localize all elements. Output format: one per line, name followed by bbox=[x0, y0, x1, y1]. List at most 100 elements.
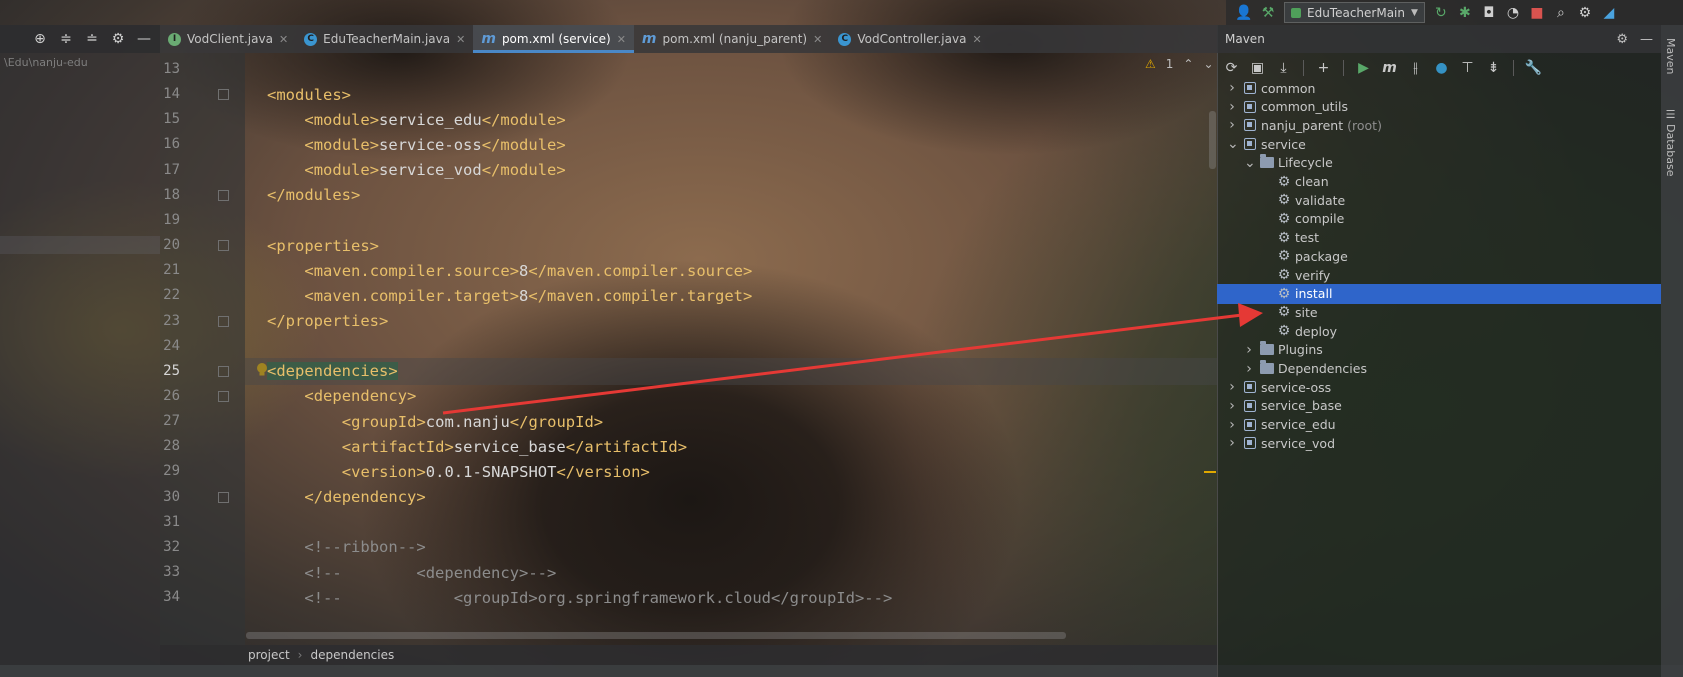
code-editor[interactable]: <modules> <module>service_edu</module> <mo… bbox=[245, 53, 1217, 645]
tab-vodcontroller-java[interactable]: C VodController.java ✕ bbox=[830, 25, 989, 53]
tab-pom-xml-nanju-parent[interactable]: m pom.xml (nanju_parent) ✕ bbox=[634, 25, 830, 53]
maven-tree-item-service-base[interactable]: › service_base bbox=[1217, 396, 1661, 416]
maven-tree-item-verify[interactable]: ⚙ verify bbox=[1217, 265, 1661, 285]
next-highlight-icon[interactable]: ⌄ bbox=[1203, 57, 1213, 71]
code-line[interactable] bbox=[245, 207, 1217, 234]
breadcrumb-item-project[interactable]: project bbox=[248, 648, 290, 662]
warning-stripe-marker[interactable] bbox=[1204, 471, 1216, 473]
fold-marker-icon[interactable] bbox=[218, 491, 229, 503]
maven-tree-item-plugins[interactable]: › Plugins bbox=[1217, 340, 1661, 360]
hammer-icon[interactable]: ⚒ bbox=[1260, 5, 1276, 21]
chevron-right-icon[interactable]: › bbox=[1227, 398, 1237, 414]
gear-icon[interactable]: ⚙ bbox=[110, 31, 126, 47]
close-icon[interactable]: ✕ bbox=[617, 33, 626, 46]
run-config-selector[interactable]: EduTeacherMain ▼ bbox=[1284, 2, 1425, 23]
gear-icon[interactable]: ⚙ bbox=[1616, 32, 1628, 47]
inspection-widget[interactable]: ⚠ 1 ⌃ ⌄ bbox=[1145, 57, 1214, 71]
code-line[interactable]: <modules> bbox=[245, 81, 1217, 108]
skip-tests-icon[interactable]: ⫲ bbox=[1407, 60, 1424, 77]
maven-tree-item-deploy[interactable]: ⚙ deploy bbox=[1217, 321, 1661, 341]
code-line[interactable]: <!--ribbon--> bbox=[245, 534, 1217, 561]
expand-all-icon[interactable]: ≑ bbox=[58, 31, 74, 47]
plus-icon[interactable]: + bbox=[1315, 60, 1332, 77]
settings-icon[interactable]: ⚙ bbox=[1577, 5, 1593, 21]
user-icon[interactable]: 👤 bbox=[1235, 5, 1252, 21]
tab-vodclient-java[interactable]: I VodClient.java ✕ bbox=[160, 25, 296, 53]
code-line[interactable]: </properties> bbox=[245, 308, 1217, 335]
coverage-icon[interactable]: ◘ bbox=[1481, 5, 1497, 21]
code-line[interactable]: </modules> bbox=[245, 182, 1217, 209]
collapse-icon[interactable]: ⇟ bbox=[1485, 60, 1502, 77]
chevron-right-icon[interactable]: › bbox=[1227, 117, 1237, 133]
maven-tree-item-service-vod[interactable]: › service_vod bbox=[1217, 433, 1661, 453]
rerun-icon[interactable]: ↻ bbox=[1433, 5, 1449, 21]
tab-eduteachermain-java[interactable]: C EduTeacherMain.java ✕ bbox=[296, 25, 473, 53]
code-line[interactable]: <maven.compiler.source>8</maven.compiler… bbox=[245, 257, 1217, 284]
chevron-down-icon[interactable]: ⌄ bbox=[1227, 136, 1239, 152]
code-line[interactable]: <version>0.0.1-SNAPSHOT</version> bbox=[245, 458, 1217, 485]
maven-tree-item-install[interactable]: ⚙ install bbox=[1217, 283, 1661, 304]
stop-icon[interactable]: ■ bbox=[1529, 5, 1545, 21]
collapse-all-icon[interactable]: ≐ bbox=[84, 31, 100, 47]
project-selected-row[interactable] bbox=[0, 236, 160, 254]
locate-icon[interactable]: ⊕ bbox=[32, 31, 48, 47]
maven-tree-item-dependencies[interactable]: › Dependencies bbox=[1217, 359, 1661, 379]
download-icon[interactable]: ⤓ bbox=[1275, 60, 1292, 77]
minimize-icon[interactable]: — bbox=[136, 31, 152, 47]
maven-tree-item-site[interactable]: ⚙ site bbox=[1217, 302, 1661, 322]
close-icon[interactable]: ✕ bbox=[972, 33, 981, 46]
maven-tree-item-service-oss[interactable]: › service-oss bbox=[1217, 377, 1661, 397]
code-line[interactable]: <module>service-oss</module> bbox=[245, 131, 1217, 158]
breadcrumb-item-dependencies[interactable]: dependencies bbox=[310, 648, 394, 662]
maven-tree-item-nanju-parent[interactable]: › nanju_parent (root) bbox=[1217, 115, 1661, 135]
code-line[interactable]: <groupId>com.nanju</groupId> bbox=[245, 408, 1217, 435]
settings-wrench-icon[interactable]: 🔧 bbox=[1525, 60, 1542, 77]
code-line[interactable]: <!-- <dependency>--> bbox=[245, 559, 1217, 586]
maven-tree-item-common[interactable]: › common bbox=[1217, 78, 1661, 98]
code-line[interactable]: <module>service_edu</module> bbox=[245, 106, 1217, 133]
vertical-scrollbar[interactable] bbox=[1209, 111, 1216, 169]
profile-icon[interactable]: ◔ bbox=[1505, 5, 1521, 21]
maven-tree-item-service[interactable]: ⌄ service bbox=[1217, 134, 1661, 154]
chevron-right-icon[interactable]: › bbox=[1227, 417, 1237, 433]
chevron-right-icon[interactable]: › bbox=[1244, 342, 1254, 358]
code-line[interactable]: </dependency> bbox=[245, 484, 1217, 511]
chevron-right-icon[interactable]: › bbox=[1227, 379, 1237, 395]
maven-tree-item-compile[interactable]: ⚙ compile bbox=[1217, 209, 1661, 229]
close-icon[interactable]: ✕ bbox=[279, 33, 288, 46]
maven-tree-item-common-utils[interactable]: › common_utils bbox=[1217, 97, 1661, 117]
reload-icon[interactable]: ⟳ bbox=[1223, 60, 1240, 77]
fold-marker-icon[interactable] bbox=[218, 89, 229, 101]
fold-marker-icon[interactable] bbox=[218, 315, 229, 327]
offline-icon[interactable]: ● bbox=[1433, 60, 1450, 77]
execute-goal-icon[interactable]: m bbox=[1381, 60, 1398, 77]
code-line[interactable]: <artifactId>service_base</artifactId> bbox=[245, 433, 1217, 460]
chevron-down-icon[interactable]: ⌄ bbox=[1244, 155, 1256, 171]
search-icon[interactable]: ⌕ bbox=[1553, 5, 1569, 21]
fold-marker-icon[interactable] bbox=[218, 189, 229, 201]
tab-pom-xml-service[interactable]: m pom.xml (service) ✕ bbox=[473, 25, 634, 53]
previous-highlight-icon[interactable]: ⌃ bbox=[1183, 57, 1193, 71]
chevron-right-icon[interactable]: › bbox=[1227, 99, 1237, 115]
hide-icon[interactable]: — bbox=[1640, 32, 1653, 47]
chevron-right-icon[interactable]: › bbox=[1227, 80, 1237, 96]
code-line[interactable]: <dependency> bbox=[245, 383, 1217, 410]
run-icon[interactable]: ▶ bbox=[1355, 60, 1372, 77]
maven-tree-item-test[interactable]: ⚙ test bbox=[1217, 228, 1661, 248]
close-icon[interactable]: ✕ bbox=[456, 33, 465, 46]
side-tab-database[interactable]: Database bbox=[1664, 124, 1677, 177]
maven-tree-item-clean[interactable]: ⚙ clean bbox=[1217, 172, 1661, 192]
code-line[interactable]: <maven.compiler.target>8</maven.compiler… bbox=[245, 282, 1217, 309]
close-icon[interactable]: ✕ bbox=[813, 33, 822, 46]
add-project-icon[interactable]: ▣ bbox=[1249, 60, 1266, 77]
code-line[interactable]: <!-- <groupId>org.springframework.cloud<… bbox=[245, 584, 1217, 611]
fold-marker-icon[interactable] bbox=[218, 240, 229, 252]
horizontal-scrollbar[interactable] bbox=[246, 632, 1066, 639]
maven-tree-item-validate[interactable]: ⚙ validate bbox=[1217, 190, 1661, 210]
debug-icon[interactable]: ✱ bbox=[1457, 5, 1473, 21]
code-line[interactable] bbox=[245, 509, 1217, 536]
plugin-icon[interactable]: ◢ bbox=[1601, 5, 1617, 21]
side-tab-maven[interactable]: Maven bbox=[1664, 38, 1677, 74]
database-icon[interactable]: ☰ bbox=[1664, 108, 1677, 121]
chevron-right-icon[interactable]: › bbox=[1244, 361, 1254, 377]
